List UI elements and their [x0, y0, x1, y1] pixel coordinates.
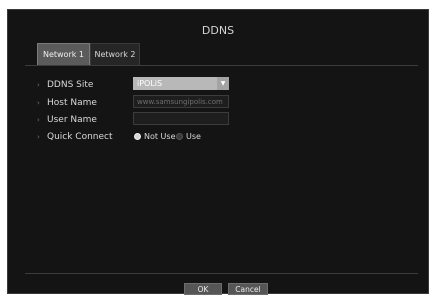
bullet-arrow-icon: › [37, 116, 40, 124]
bullet-arrow-icon: › [37, 133, 40, 141]
use-radio[interactable] [176, 133, 183, 140]
ddns-site-row: › DDNS Site iPOLiS ▼ [25, 77, 418, 92]
not-use-label[interactable]: Not Use [144, 130, 176, 144]
chevron-down-icon[interactable]: ▼ [217, 77, 229, 90]
bullet-arrow-icon: › [37, 81, 40, 89]
tab-network-1[interactable]: Network 1 [37, 43, 90, 65]
ddns-site-value: iPOLiS [137, 79, 163, 88]
ddns-site-label: DDNS Site [47, 80, 94, 90]
tab-network-2[interactable]: Network 2 [90, 43, 140, 65]
ddns-site-select[interactable]: iPOLiS ▼ [133, 77, 229, 90]
settings-panel: › DDNS Site iPOLiS ▼ › Host Name › User … [25, 65, 418, 271]
footer-divider [25, 273, 418, 274]
quick-connect-row: › Quick Connect Not Use Use [25, 130, 418, 144]
cancel-button[interactable]: Cancel [228, 283, 268, 295]
bullet-arrow-icon: › [37, 99, 40, 107]
host-name-row: › Host Name [25, 95, 418, 110]
host-name-label: Host Name [47, 98, 97, 108]
ok-button[interactable]: OK [184, 283, 222, 295]
user-name-input[interactable] [133, 112, 229, 125]
dialog-title: DDNS [201, 24, 235, 37]
use-label[interactable]: Use [186, 130, 201, 144]
not-use-radio[interactable] [134, 133, 141, 140]
user-name-label: User Name [47, 115, 97, 125]
ddns-dialog: DDNS Network 1 Network 2 › DDNS Site iPO… [7, 9, 429, 295]
host-name-input[interactable] [133, 95, 229, 108]
user-name-row: › User Name [25, 112, 418, 127]
quick-connect-label: Quick Connect [47, 132, 113, 142]
